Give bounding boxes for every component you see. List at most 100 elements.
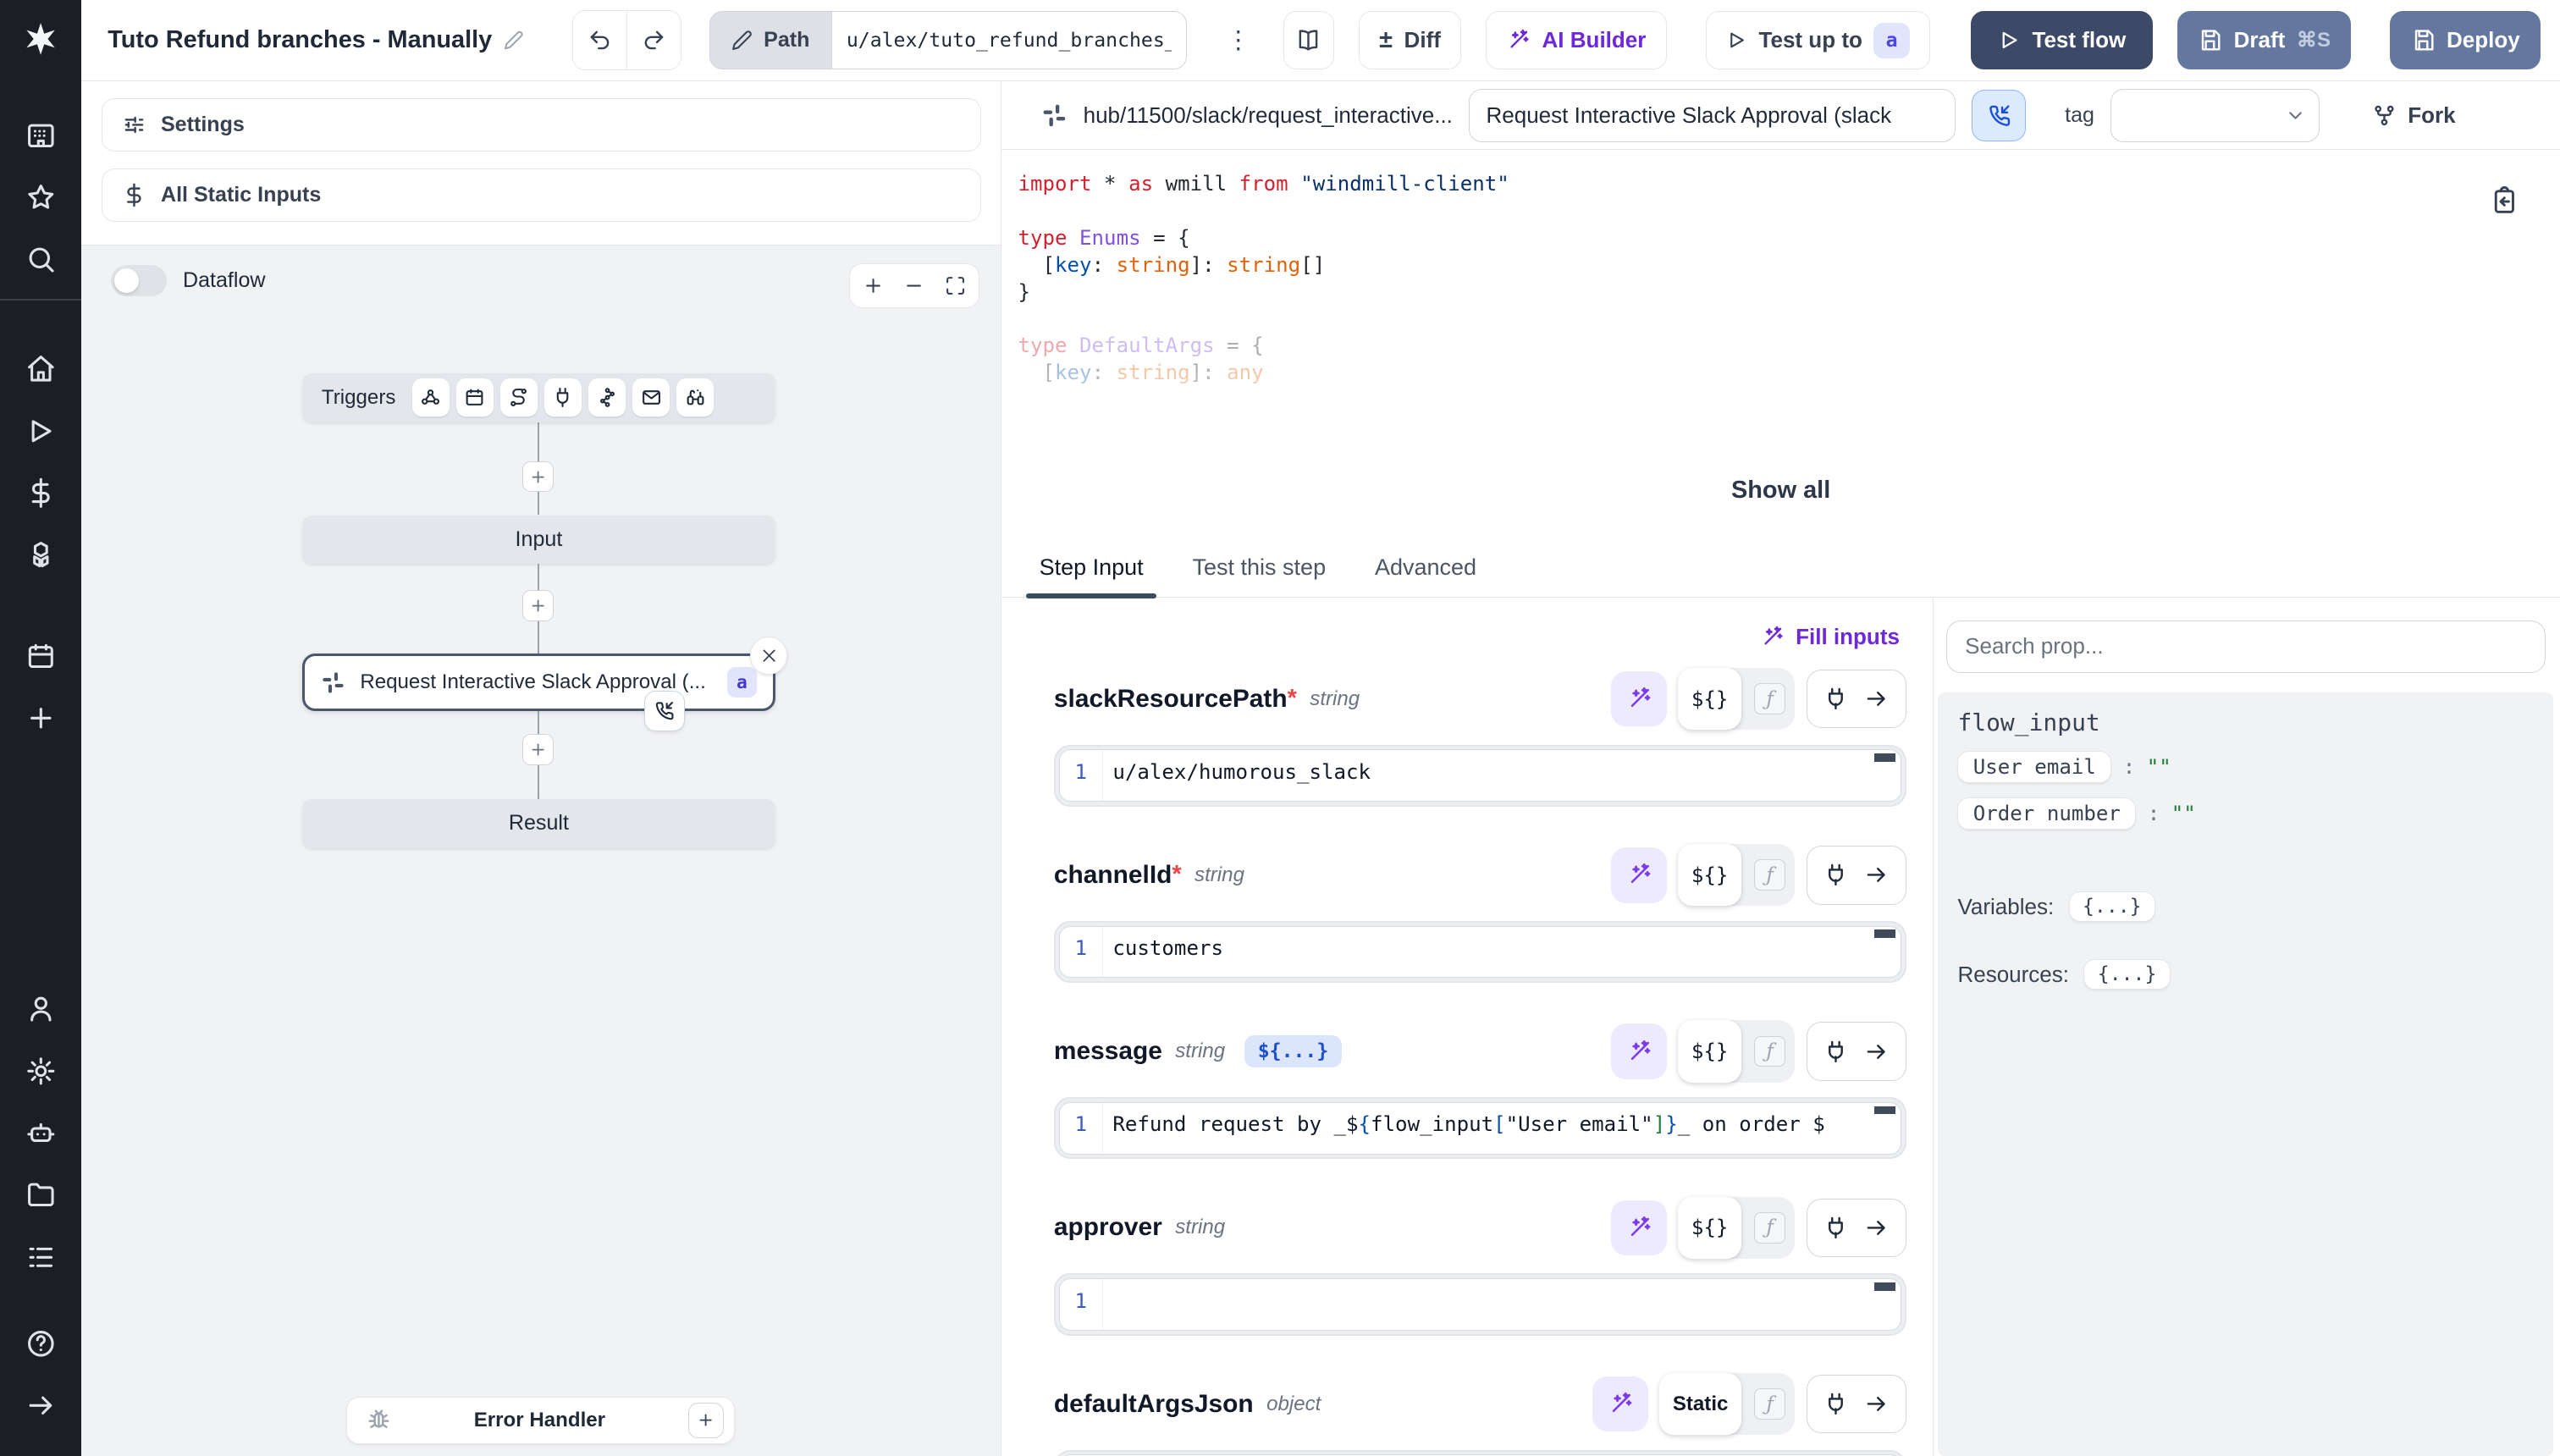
scrape-icon[interactable] xyxy=(676,378,714,416)
code-viewer[interactable]: import * as wmill from "windmill-client"… xyxy=(1001,150,2560,538)
javascript-mode-button[interactable]: ƒ xyxy=(1754,1212,1785,1244)
arrow-right-icon[interactable] xyxy=(1864,687,1889,711)
suspend-settings-button[interactable] xyxy=(1972,90,2026,142)
settings-button[interactable]: Settings xyxy=(102,98,982,152)
variables-icon[interactable] xyxy=(0,462,81,524)
search-prop-input[interactable] xyxy=(1946,620,2546,673)
ai-fill-button[interactable] xyxy=(1611,1200,1667,1256)
result-node[interactable]: Result xyxy=(302,799,775,848)
zoom-in-button[interactable] xyxy=(853,267,894,304)
show-all-button[interactable]: Show all xyxy=(1001,477,2560,505)
resources-icon[interactable] xyxy=(0,524,81,586)
more-options-button[interactable]: ⋮ xyxy=(1226,25,1250,55)
ai-fill-button[interactable] xyxy=(1611,847,1667,903)
insert-step-button[interactable] xyxy=(522,590,554,621)
logs-icon[interactable] xyxy=(0,1226,81,1288)
javascript-mode-button[interactable]: ƒ xyxy=(1754,1388,1785,1420)
draft-button[interactable]: Draft⌘S xyxy=(2177,11,2351,69)
insert-step-button[interactable] xyxy=(522,734,554,765)
arrow-right-icon[interactable] xyxy=(1864,863,1889,887)
step-summary-input[interactable] xyxy=(1469,89,1956,143)
favorites-icon[interactable] xyxy=(0,167,81,229)
template-mode-button[interactable]: ${} xyxy=(1678,1020,1741,1082)
hub-script-path[interactable]: hub/11500/slack/request_interactive... xyxy=(1084,102,1453,129)
flow-graph-canvas[interactable]: Dataflow Triggers Input Request Interact… xyxy=(81,245,1001,1456)
flow-input-header[interactable]: flow_input xyxy=(1957,709,2534,736)
static-mode-button[interactable]: Static xyxy=(1659,1373,1741,1435)
arrow-right-icon[interactable] xyxy=(1864,1040,1889,1064)
error-handler-node[interactable]: Error Handler xyxy=(346,1397,735,1444)
input-node[interactable]: Input xyxy=(302,516,775,565)
add-error-handler-button[interactable] xyxy=(688,1403,724,1438)
plug-icon[interactable] xyxy=(1823,1216,1848,1240)
fill-inputs-button[interactable]: Fill inputs xyxy=(1760,624,1900,650)
route-icon[interactable] xyxy=(500,378,538,416)
websocket-icon[interactable] xyxy=(544,378,582,416)
plug-icon[interactable] xyxy=(1823,1040,1848,1064)
workers-icon[interactable] xyxy=(0,1102,81,1164)
edit-title-icon[interactable] xyxy=(504,28,524,52)
workspace-icon[interactable] xyxy=(0,104,81,166)
template-mode-button[interactable]: ${} xyxy=(1678,668,1741,730)
schedule-icon[interactable] xyxy=(456,378,494,416)
schedules-icon[interactable] xyxy=(0,626,81,687)
plug-icon[interactable] xyxy=(1823,687,1848,711)
dataflow-toggle[interactable] xyxy=(111,265,167,296)
collapse-icon[interactable] xyxy=(0,1375,81,1437)
docs-button[interactable] xyxy=(1283,11,1334,69)
all-static-inputs-button[interactable]: All Static Inputs xyxy=(102,168,982,223)
javascript-mode-button[interactable]: ƒ xyxy=(1754,859,1785,891)
fit-view-button[interactable] xyxy=(935,267,975,304)
test-up-to-button[interactable]: Test up toa xyxy=(1706,11,1930,69)
user-icon[interactable] xyxy=(0,978,81,1040)
arrow-right-icon[interactable] xyxy=(1864,1392,1889,1416)
ai-fill-button[interactable] xyxy=(1611,671,1667,727)
add-icon[interactable] xyxy=(0,687,81,749)
ai-builder-button[interactable]: AI Builder xyxy=(1486,11,1667,69)
kafka-icon[interactable] xyxy=(588,378,626,416)
prop-user-email[interactable]: User email xyxy=(1957,751,2111,783)
help-icon[interactable] xyxy=(0,1313,81,1375)
field-editor[interactable]: 1 customers xyxy=(1059,926,1901,979)
plug-icon[interactable] xyxy=(1823,1392,1848,1416)
ai-fill-button[interactable] xyxy=(1611,1023,1667,1079)
path-input[interactable] xyxy=(831,11,1187,69)
delete-step-button[interactable] xyxy=(750,637,787,674)
webhook-icon[interactable] xyxy=(412,378,450,416)
template-mode-button[interactable]: ${} xyxy=(1678,1197,1741,1259)
ai-fill-button[interactable] xyxy=(1592,1376,1648,1432)
tab-test-this-step[interactable]: Test this step xyxy=(1179,538,1338,596)
search-icon[interactable] xyxy=(0,229,81,290)
redo-button[interactable] xyxy=(626,11,680,69)
slack-approval-step-node[interactable]: Request Interactive Slack Approval (... … xyxy=(302,654,775,711)
field-editor[interactable]: 1 Refund request by _${flow_input["User … xyxy=(1059,1102,1901,1155)
resources-expand-chip[interactable]: {...} xyxy=(2083,959,2170,990)
copy-code-button[interactable] xyxy=(2490,186,2519,216)
fork-button[interactable]: Fork xyxy=(2372,102,2456,129)
field-editor[interactable]: 1 xyxy=(1059,1278,1901,1331)
email-icon[interactable] xyxy=(632,378,670,416)
prop-order-number[interactable]: Order number xyxy=(1957,797,2136,830)
zoom-out-button[interactable] xyxy=(894,267,935,304)
tag-select[interactable] xyxy=(2110,89,2320,143)
settings-icon[interactable] xyxy=(0,1040,81,1101)
undo-button[interactable] xyxy=(573,11,626,69)
folders-icon[interactable] xyxy=(0,1164,81,1226)
deploy-button[interactable]: Deploy xyxy=(2390,11,2540,69)
test-flow-button[interactable]: Test flow xyxy=(1971,11,2153,69)
javascript-mode-button[interactable]: ƒ xyxy=(1754,1036,1785,1067)
tab-step-input[interactable]: Step Input xyxy=(1026,538,1156,596)
diff-button[interactable]: ±Diff xyxy=(1359,11,1461,69)
windmill-logo[interactable] xyxy=(0,0,81,81)
home-icon[interactable] xyxy=(0,338,81,400)
javascript-mode-button[interactable]: ƒ xyxy=(1754,683,1785,714)
variables-expand-chip[interactable]: {...} xyxy=(2069,891,2155,922)
tab-advanced[interactable]: Advanced xyxy=(1362,538,1490,596)
path-button[interactable]: Path xyxy=(709,11,831,69)
runs-icon[interactable] xyxy=(0,400,81,461)
field-editor[interactable]: 1 u/alex/humorous_slack xyxy=(1059,749,1901,802)
template-mode-button[interactable]: ${} xyxy=(1678,844,1741,906)
triggers-node[interactable]: Triggers xyxy=(302,373,775,422)
suspend-approval-badge[interactable] xyxy=(644,691,685,731)
arrow-right-icon[interactable] xyxy=(1864,1216,1889,1240)
